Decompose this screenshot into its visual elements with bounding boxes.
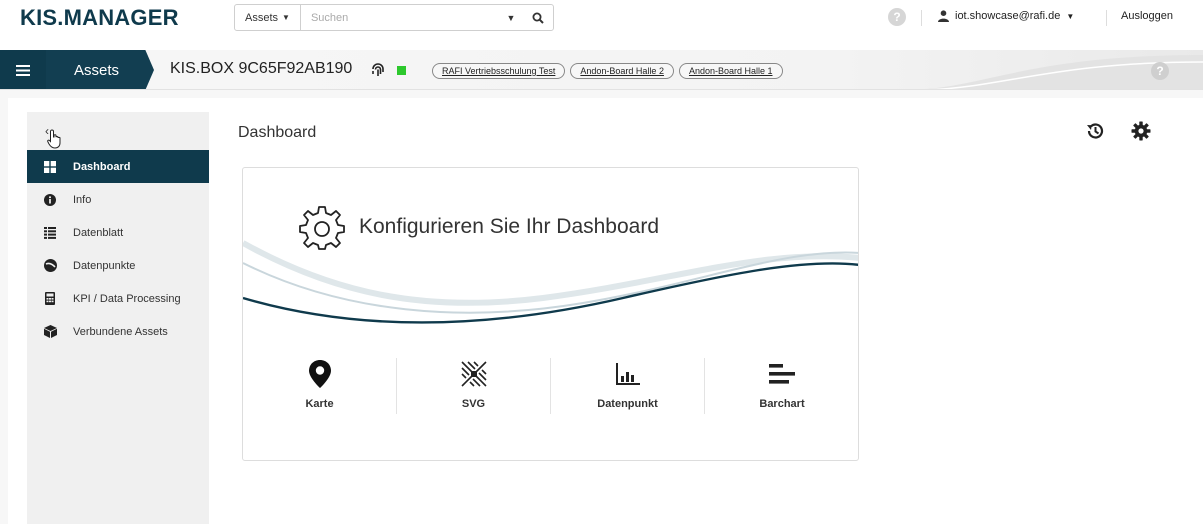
widget-option-karte[interactable]: Karte [243, 358, 397, 414]
map-pin-icon [308, 360, 331, 388]
help-icon[interactable]: ? [888, 8, 906, 26]
status-indicator [397, 66, 406, 75]
hamburger-icon [16, 64, 30, 76]
sidebar: ‹ Dashboard Info Datenblatt Datenpunkte … [27, 112, 209, 524]
divider [1106, 10, 1107, 26]
gauge-icon [27, 259, 73, 272]
main-menu-button[interactable] [0, 50, 46, 89]
user-icon [938, 10, 949, 22]
search-bar: Assets ▼ ▼ [234, 4, 554, 31]
sidebar-item-verbundene-assets[interactable]: Verbundene Assets [27, 315, 209, 348]
sidebar-item-dashboard[interactable]: Dashboard [27, 150, 209, 183]
sidebar-item-datenpunkte[interactable]: Datenpunkte [27, 249, 209, 282]
list-icon [27, 226, 73, 239]
background-stripe [0, 90, 1203, 98]
search-button[interactable] [523, 12, 553, 24]
logout-link[interactable]: Ausloggen [1121, 10, 1173, 22]
search-options-caret-icon[interactable]: ▼ [499, 13, 523, 23]
widget-option-datenpunkt[interactable]: Datenpunkt [551, 358, 705, 414]
logo[interactable]: KIS.MANAGER [20, 5, 179, 31]
sidebar-item-label: Datenblatt [73, 226, 124, 239]
sidebar-item-datenblatt[interactable]: Datenblatt [27, 216, 209, 249]
breadcrumb-assets[interactable]: Assets [46, 50, 154, 89]
asset-name: KIS.BOX 9C65F92AB190 [170, 60, 353, 77]
info-icon [27, 193, 73, 206]
fingerprint-icon[interactable] [370, 62, 386, 78]
sidebar-item-kpi[interactable]: KPI / Data Processing [27, 282, 209, 315]
widget-option-svg[interactable]: SVG [397, 358, 551, 414]
top-bar: KIS.MANAGER Assets ▼ ▼ ? iot.showcase@ra… [0, 0, 1203, 38]
svg-icon [460, 361, 487, 387]
page-title: Dashboard [238, 124, 317, 141]
sidebar-item-info[interactable]: Info [27, 183, 209, 216]
asset-tag[interactable]: Andon-Board Halle 1 [678, 63, 783, 79]
hand-cursor-icon [47, 129, 61, 149]
sidebar-item-label: Verbundene Assets [73, 325, 168, 338]
card-title: Konfigurieren Sie Ihr Dashboard [299, 204, 659, 250]
grid-icon [27, 160, 73, 173]
help-icon[interactable]: ? [1151, 62, 1169, 80]
asset-tag[interactable]: Andon-Board Halle 2 [570, 63, 674, 79]
asset-tags: RAFI Vertriebsschulung Test Andon-Board … [432, 63, 783, 79]
widget-label: Datenpunkt [597, 398, 658, 410]
caret-down-icon: ▼ [282, 13, 290, 22]
search-type-dropdown[interactable]: Assets ▼ [235, 5, 301, 30]
widget-options: Karte SVG Datenpunkt Barchart [243, 358, 858, 418]
asset-tag[interactable]: RAFI Vertriebsschulung Test [432, 63, 566, 79]
sidebar-item-label: Info [73, 193, 92, 206]
divider [921, 10, 922, 26]
sidebar-item-label: Dashboard [73, 160, 131, 173]
widget-label: Barchart [759, 398, 805, 410]
widget-option-barchart[interactable]: Barchart [705, 358, 858, 414]
search-input[interactable] [300, 11, 499, 24]
gear-outline-icon [299, 206, 345, 250]
history-icon[interactable] [1085, 121, 1105, 141]
card-title-text: Konfigurieren Sie Ihr Dashboard [359, 215, 660, 238]
sidebar-item-label: KPI / Data Processing [73, 292, 181, 305]
widget-label: SVG [461, 398, 486, 410]
user-menu[interactable]: iot.showcase@rafi.de ▼ [938, 10, 1074, 22]
background-stripe [0, 90, 8, 524]
search-icon [532, 12, 544, 24]
horizontal-bars-icon [769, 364, 795, 384]
asset-bar: Assets KIS.BOX 9C65F92AB190 RAFI Vertrie… [0, 50, 1203, 90]
sidebar-item-label: Datenpunkte [73, 259, 136, 272]
widget-label: Karte [305, 398, 334, 410]
calculator-icon [27, 292, 73, 305]
cube-icon [27, 325, 73, 338]
dashboard-config-card: Konfigurieren Sie Ihr Dashboard Karte SV… [242, 167, 859, 461]
bar-chart-icon [615, 363, 640, 385]
caret-down-icon: ▼ [1066, 11, 1075, 21]
settings-gear-icon[interactable] [1131, 121, 1151, 141]
